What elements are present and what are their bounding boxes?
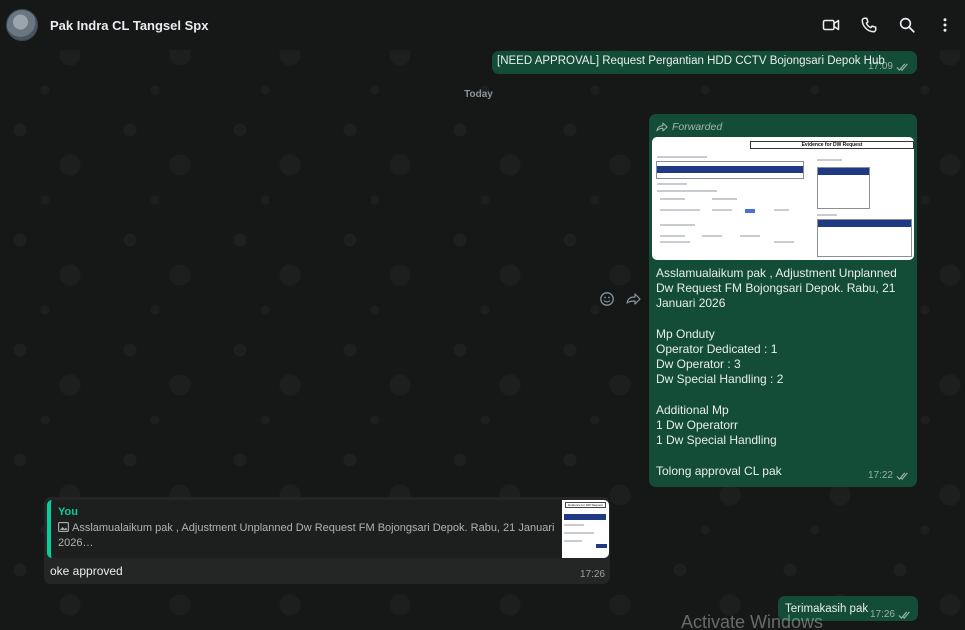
message-text: Asslamualaikum pak , Adjustment Unplanne… (656, 266, 897, 478)
video-call-icon[interactable] (821, 15, 841, 35)
message-text: [NEED APPROVAL] Request Pergantian HDD C… (497, 55, 885, 67)
forwarded-icon (656, 122, 668, 132)
evidence-image[interactable]: Evidence for DW Request (652, 137, 914, 260)
read-ticks-icon (898, 611, 910, 619)
avatar[interactable] (6, 9, 38, 41)
message-time: 17:09 (867, 61, 893, 72)
forwarded-label: Forwarded (653, 118, 913, 134)
message-meta: 17:09 (868, 59, 910, 74)
incoming-message[interactable]: You Asslamualaikum pak , Adjustment Unpl… (44, 497, 610, 584)
message-time: 17:26 (869, 609, 895, 620)
quote-thumbnail: Evidence for DW Request (562, 500, 609, 558)
message-meta: 17:26 (870, 607, 912, 622)
voice-call-icon[interactable] (859, 15, 879, 35)
image-icon (58, 522, 69, 532)
outgoing-message[interactable]: [NEED APPROVAL] Request Pergantian HDD C… (492, 51, 917, 74)
quote-text: Asslamualaikum pak , Adjustment Unplanne… (58, 522, 555, 549)
contact-name[interactable]: Pak Indra CL Tangsel Spx (50, 18, 208, 33)
message-actions (599, 291, 641, 307)
forward-icon[interactable] (625, 291, 641, 307)
forwarded-message[interactable]: Forwarded Evidence for DW Request Asslam… (649, 114, 917, 487)
message-time: 17:22 (867, 470, 893, 481)
thumbnail-title: Evidence for DW Request (565, 502, 606, 508)
message-time: 17:26 (579, 569, 605, 580)
search-icon[interactable] (897, 15, 917, 35)
day-separator: Today (464, 88, 493, 100)
menu-icon[interactable] (935, 15, 955, 35)
quoted-message[interactable]: You Asslamualaikum pak , Adjustment Unpl… (47, 500, 609, 558)
read-ticks-icon (896, 63, 908, 71)
emoji-react-icon[interactable] (599, 291, 615, 307)
chat-header: Pak Indra CL Tangsel Spx (0, 0, 965, 50)
header-actions (821, 15, 955, 35)
message-meta: 17:26 (580, 569, 605, 580)
message-text: oke approved (50, 564, 123, 578)
quote-author: You (58, 506, 78, 518)
activate-windows-watermark: Activate Windows (681, 612, 824, 630)
read-ticks-icon (896, 472, 908, 480)
message-meta: 17:22 (868, 468, 910, 483)
image-title: Evidence for DW Request (750, 141, 914, 149)
